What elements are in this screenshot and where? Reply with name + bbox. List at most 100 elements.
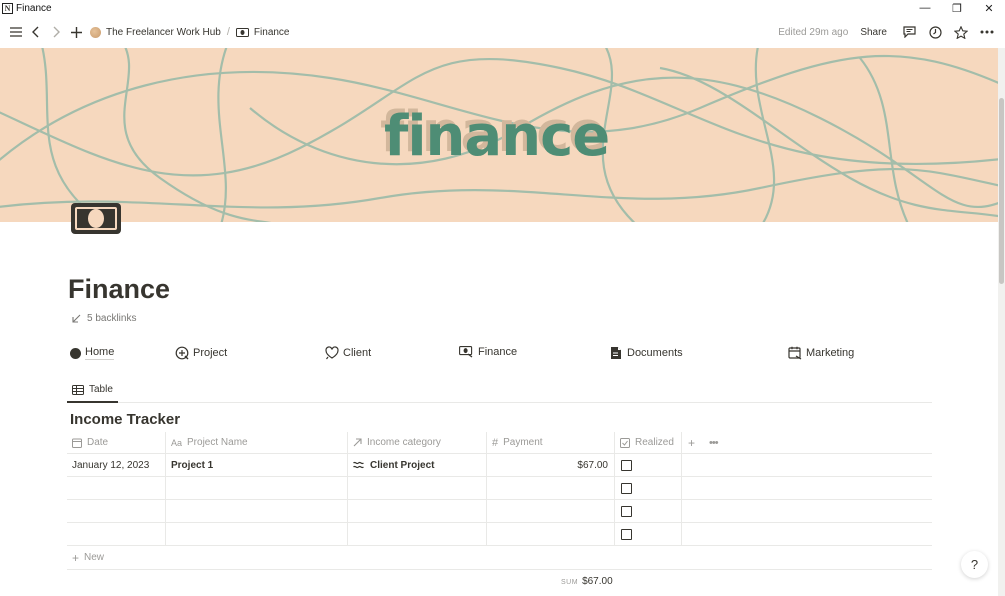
cell-payment[interactable] [487,500,615,522]
new-row-button[interactable]: + New [67,546,932,570]
breadcrumb-label: The Freelancer Work Hub [106,26,221,38]
category-label: Client Project [370,459,435,471]
view-tab-label: Table [89,384,113,395]
new-row-label: New [84,552,105,563]
money-icon [459,346,473,358]
cell-date[interactable] [67,477,166,499]
cell-project-name[interactable] [166,523,348,545]
help-button[interactable]: ? [961,551,988,578]
hash-icon: # [492,436,499,449]
nav-label: Home [85,346,115,360]
cell-project-name[interactable] [166,477,348,499]
cell-payment[interactable] [487,523,615,545]
share-button[interactable]: Share [860,27,887,38]
cell-income-category[interactable] [348,477,487,499]
cover-title: finance [384,104,610,169]
cell-date[interactable] [67,500,166,522]
cell-project-name[interactable] [166,500,348,522]
sum-value: $67.00 [582,576,613,587]
column-header-payment[interactable]: # Payment [487,432,615,453]
os-title-bar: N Finance — ❐ ✕ [0,0,1005,16]
sum-label: SUM [561,579,579,586]
new-page-plus-icon[interactable] [66,22,86,42]
page-money-icon[interactable] [71,203,121,234]
comments-icon[interactable] [899,22,919,42]
nav-label: Documents [627,347,683,359]
column-label: Income category [367,437,441,448]
breadcrumb-finance[interactable]: Finance [232,25,294,40]
cell-date[interactable] [67,523,166,545]
restore-button[interactable]: ❐ [941,0,973,16]
realized-checkbox[interactable] [621,528,632,540]
table-row[interactable] [67,477,932,500]
cell-payment[interactable] [487,477,615,499]
filled-circle-icon [70,347,81,359]
notion-logo-icon: N [2,2,13,14]
nav-label: Marketing [806,347,855,359]
backlink-arrow-icon [72,314,81,323]
column-header-project-name[interactable]: Aa Project Name [166,432,348,453]
forward-arrow-icon[interactable] [46,22,66,42]
table-row[interactable] [67,523,932,546]
column-header-income-category[interactable]: Income category [348,432,487,453]
nav-link-marketing[interactable]: Marketing [788,346,854,360]
cell-project-name[interactable]: Project 1 [166,454,348,476]
scroll-thumb[interactable] [999,98,1004,284]
nav-link-finance[interactable]: Finance [459,346,517,358]
backlinks-button[interactable]: 5 backlinks [72,313,136,324]
add-column-plus-icon[interactable]: + [688,436,695,450]
column-options-more-icon[interactable]: ••• [709,437,719,449]
column-header-date[interactable]: Date [67,432,166,453]
backlinks-label: 5 backlinks [87,313,137,324]
table-row[interactable]: January 12, 2023 Project 1 Client Projec… [67,454,932,477]
edited-timestamp: Edited 29m ago [778,26,849,38]
nav-link-project[interactable]: Project [175,346,227,360]
cell-realized[interactable] [615,477,682,499]
page-scrollbar[interactable] [998,48,1005,596]
cell-date[interactable]: January 12, 2023 [67,454,166,476]
page-title[interactable]: Finance [68,274,170,305]
column-label: Payment [503,437,543,448]
document-icon [611,347,621,359]
nav-link-home[interactable]: Home [70,346,115,360]
column-label: Project Name [187,437,248,448]
breadcrumb-workspace[interactable]: The Freelancer Work Hub [86,25,225,40]
cell-income-category[interactable] [348,500,487,522]
payment-sum[interactable]: SUM $67.00 [561,576,613,587]
column-header-realized[interactable]: Realized [615,432,682,453]
page-cover[interactable]: finance finance [0,48,998,222]
workspace-avatar-icon [90,26,101,38]
view-tab-table[interactable]: Table [67,378,118,403]
cell-realized[interactable] [615,454,682,476]
table-header: Date Aa Project Name Income category # P… [67,432,932,454]
close-button[interactable]: ✕ [973,0,1005,16]
database-title[interactable]: Income Tracker [70,411,180,428]
cell-payment[interactable]: $67.00 [487,454,615,476]
history-clock-icon[interactable] [925,22,945,42]
nav-link-documents[interactable]: Documents [610,346,683,360]
realized-checkbox[interactable] [621,505,632,517]
table-icon [72,384,84,395]
cell-realized[interactable] [615,523,682,545]
nav-label: Client [343,347,372,359]
breadcrumb-separator: / [226,26,230,38]
favorite-star-icon[interactable] [951,22,971,42]
wave-page-icon [353,461,364,469]
table-row[interactable] [67,500,932,523]
cell-realized[interactable] [615,500,682,522]
sidebar-menu-icon[interactable] [6,22,26,42]
more-options-icon[interactable] [977,22,997,42]
breadcrumb-label: Finance [253,26,290,38]
realized-checkbox[interactable] [621,482,632,494]
top-bar: The Freelancer Work Hub / Finance Edited… [0,16,1005,48]
calculation-row: SUM $67.00 [67,570,932,592]
minimize-button[interactable]: — [909,0,941,16]
realized-checkbox[interactable] [621,459,632,471]
back-arrow-icon[interactable] [26,22,46,42]
cell-income-category[interactable] [348,523,487,545]
nav-label: Project [193,347,228,359]
income-table: Date Aa Project Name Income category # P… [67,432,932,592]
cell-income-category[interactable]: Client Project [348,454,487,476]
database-views-bar: Table [67,378,932,403]
nav-link-client[interactable]: Client [325,346,371,360]
